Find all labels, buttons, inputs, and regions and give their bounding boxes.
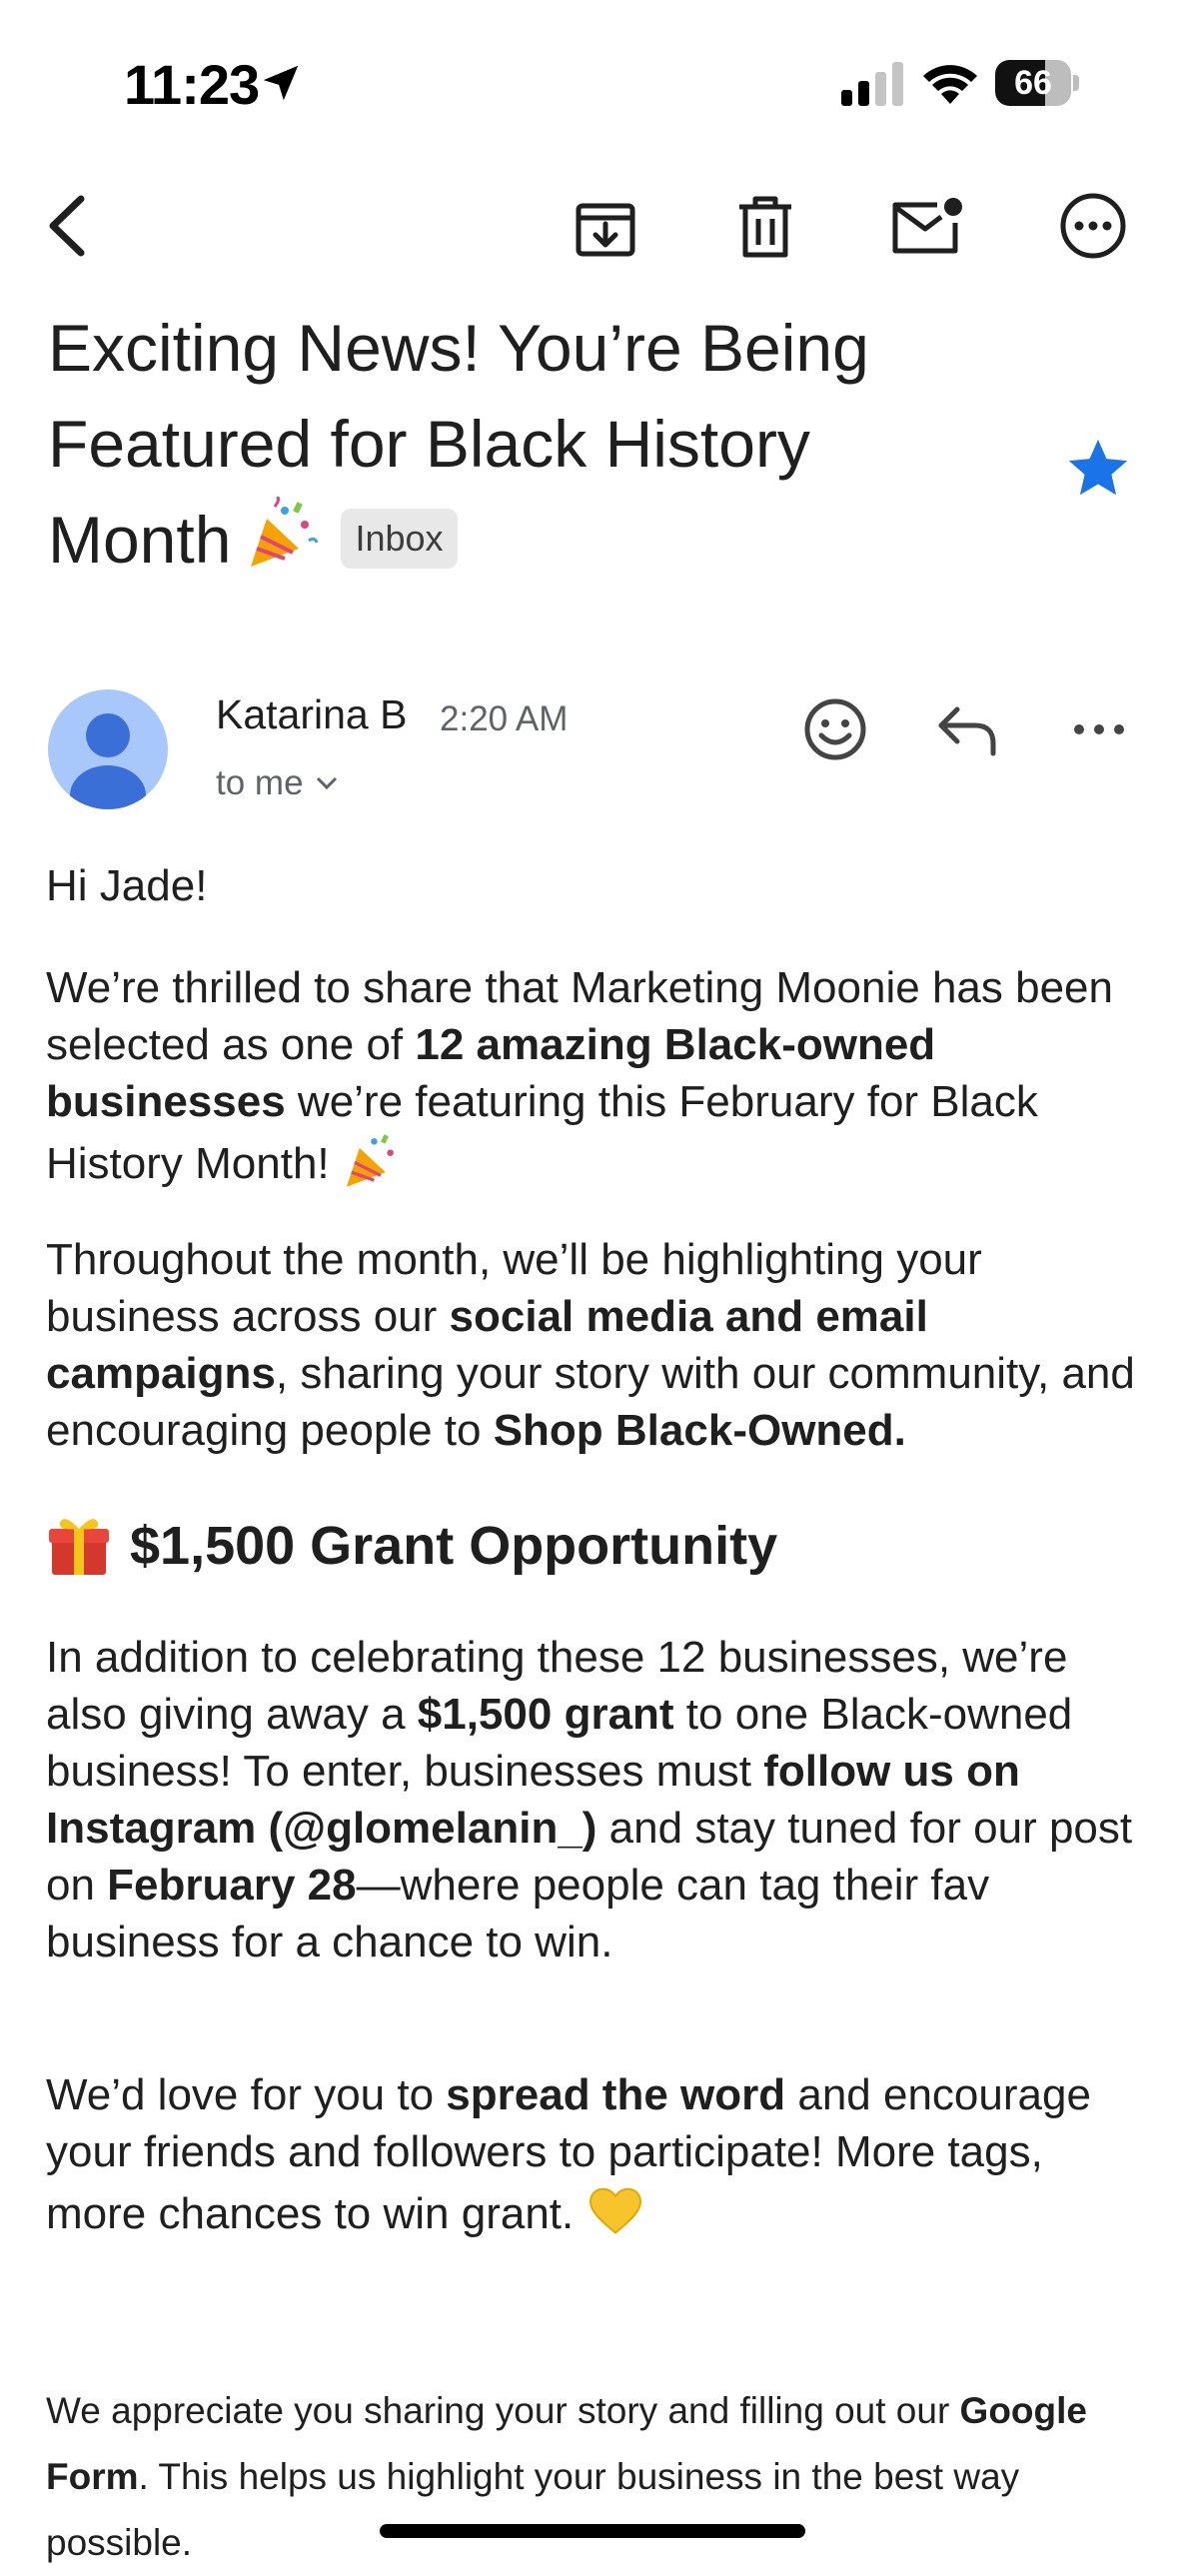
cellular-signal-icon — [841, 62, 903, 106]
emoji-reaction-icon — [804, 698, 866, 760]
more-options-icon — [1060, 193, 1126, 259]
location-arrow-icon — [263, 65, 299, 101]
mark-unread-button[interactable] — [887, 186, 967, 266]
yellow-heart-icon — [589, 2187, 642, 2234]
message-more-button[interactable] — [1059, 689, 1139, 769]
email-subject: Exciting News! You’re Being Featured for… — [48, 300, 1047, 588]
paragraph-spread-word: We’d love for you to spread the word and… — [46, 2070, 1091, 2238]
wifi-icon — [923, 65, 977, 104]
email-time: 2:20 AM — [440, 699, 569, 738]
subject-line: Featured for Black History — [48, 407, 810, 481]
greeting: Hi Jade! — [46, 861, 208, 910]
chevron-down-icon — [316, 776, 337, 790]
mark-unread-icon — [892, 198, 962, 254]
battery-level: 66 — [1014, 64, 1052, 102]
reply-icon — [938, 706, 996, 756]
star-icon[interactable] — [1063, 434, 1133, 504]
sender-avatar[interactable] — [48, 689, 168, 809]
sender-name[interactable]: Katarina B — [216, 691, 407, 738]
reply-button[interactable] — [927, 689, 1007, 769]
subject-line: Exciting News! You’re Being — [48, 311, 869, 385]
archive-button[interactable] — [566, 188, 645, 268]
more-options-button[interactable] — [1053, 186, 1133, 266]
grant-heading: $1,500 Grant Opportunity — [46, 1513, 777, 1579]
status-time: 11:23 — [124, 53, 260, 116]
paragraph-appreciation: We appreciate you sharing your story and… — [46, 2390, 1087, 2563]
more-horizontal-icon — [1074, 724, 1124, 734]
inbox-label-chip[interactable]: Inbox — [341, 509, 458, 569]
add-reaction-button[interactable] — [795, 689, 875, 769]
recipient-dropdown[interactable]: to me — [216, 763, 338, 803]
delete-button[interactable] — [725, 188, 805, 268]
person-icon — [70, 713, 146, 809]
back-button[interactable] — [26, 186, 106, 266]
subject-line: Month — [48, 503, 232, 577]
party-popper-icon — [251, 497, 319, 567]
paragraph-grant: In addition to celebrating these 12 busi… — [46, 1633, 1133, 1966]
battery-indicator: 66 — [995, 60, 1079, 106]
recipient-label: to me — [216, 763, 304, 802]
back-arrow-icon — [49, 195, 85, 257]
paragraph-highlighting: Throughout the month, we’ll be highlight… — [46, 1235, 1135, 1455]
party-popper-icon — [346, 1134, 394, 1187]
paragraph-featured: We’re thrilled to share that Marketing M… — [46, 963, 1113, 1188]
gift-icon — [49, 1519, 109, 1575]
trash-icon — [739, 196, 791, 258]
archive-icon — [576, 203, 635, 257]
home-indicator — [380, 2524, 805, 2538]
